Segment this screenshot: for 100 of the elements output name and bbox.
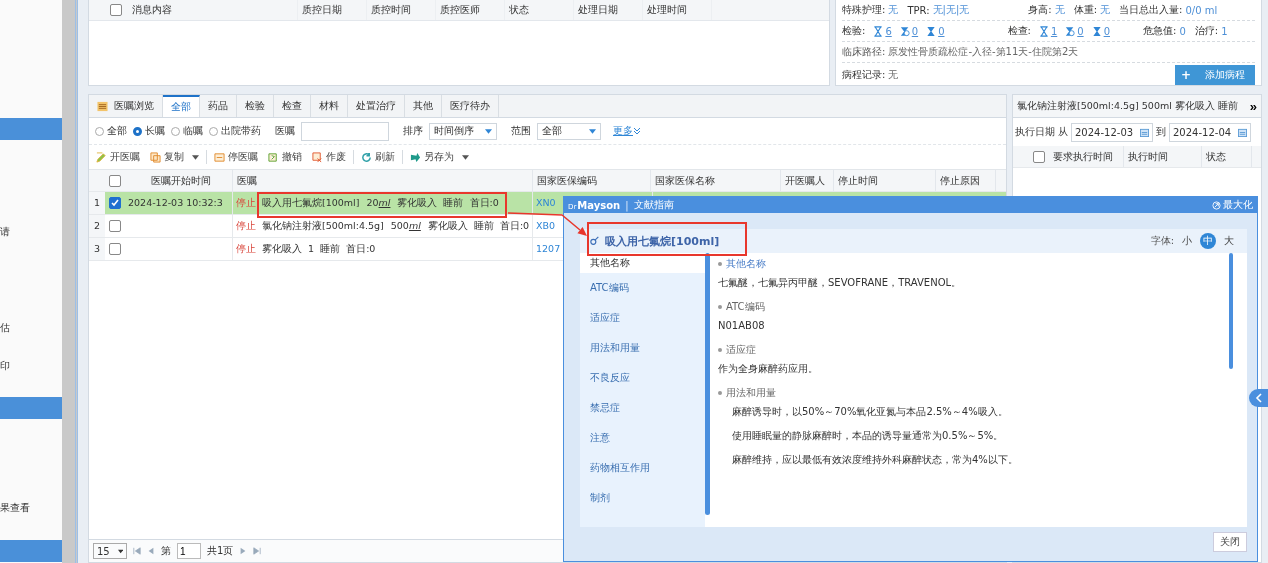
nav-item[interactable]: 其他名称 <box>580 253 705 273</box>
pencil-icon <box>96 151 107 163</box>
checkbox[interactable] <box>109 243 121 255</box>
scrollbar[interactable] <box>62 0 78 563</box>
previous-page-icon[interactable] <box>147 547 155 555</box>
toolbar-button[interactable]: 开医嘱 <box>93 150 143 164</box>
nav-item[interactable]: 用法和用量 <box>580 333 705 363</box>
search-field[interactable] <box>301 121 389 141</box>
field-label: 医嘱 <box>275 124 295 138</box>
column-header: 开医嘱人 <box>781 170 834 191</box>
checkbox[interactable] <box>109 220 121 232</box>
nav-item[interactable]: 禁忌症 <box>580 393 705 423</box>
font-size-option[interactable]: 大 <box>1221 233 1237 249</box>
nav-item[interactable]: 注意 <box>580 423 705 453</box>
hourglass-icon <box>1091 25 1102 37</box>
checkbox[interactable] <box>109 197 121 209</box>
checkbox[interactable] <box>1033 150 1045 163</box>
column-header: 国家医保名称 <box>651 170 781 191</box>
toolbar-button[interactable]: 复制 <box>147 150 202 164</box>
nav-item[interactable]: 不良反应 <box>580 363 705 393</box>
pill-icon <box>590 236 600 246</box>
nav-item[interactable]: 适应症 <box>580 303 705 333</box>
sidebar-item[interactable]: 估 <box>0 317 62 339</box>
field-label: 范围 <box>511 124 531 138</box>
hourglass-icon <box>1038 25 1049 37</box>
next-page-icon[interactable] <box>239 547 248 555</box>
radio-option[interactable]: 临嘱 <box>171 124 203 138</box>
table-cell: 吸入用七氟烷[100ml] 20ml 雾化吸入 睡前 首日:0 <box>262 197 499 208</box>
font-size-option[interactable]: 小 <box>1179 233 1195 249</box>
tab[interactable]: 医疗待办 <box>442 95 499 117</box>
column-header: 状态 <box>505 0 574 20</box>
column-header: 医嘱 <box>233 170 533 191</box>
column-header: 停止原因 <box>936 170 996 191</box>
toolbar-button[interactable]: 另存为 <box>407 150 472 164</box>
table-cell: 2024-12-03 10:32:3 <box>128 197 223 208</box>
sidebar-item[interactable]: 印 <box>0 355 62 377</box>
range-dropdown[interactable]: 全部 <box>537 122 601 140</box>
count-link[interactable]: 0 <box>1103 25 1110 37</box>
refresh-icon <box>361 151 372 163</box>
field-value: 无|无|无 <box>932 3 970 17</box>
close-button[interactable]: 关闭 <box>1213 532 1247 552</box>
nav-item[interactable]: ATC编码 <box>580 273 705 303</box>
field-label: 排序 <box>403 124 423 138</box>
count-link[interactable]: 0 <box>938 25 945 37</box>
radio-option[interactable]: 长嘱 <box>133 124 165 138</box>
sort-dropdown[interactable]: 时间倒序 <box>429 122 497 140</box>
expand-button[interactable]: » <box>1249 98 1257 114</box>
scrollbar[interactable] <box>705 253 710 515</box>
paragraph: 麻醉维持，应以最低有效浓度维持外科麻醉状态，常为4%以下。 <box>731 453 1019 467</box>
toolbar-button[interactable]: 作废 <box>309 150 349 164</box>
tab[interactable]: 处置治疗 <box>348 95 405 117</box>
dialog-title: 文献指南 <box>633 198 674 212</box>
radio-option[interactable]: 出院带药 <box>209 124 261 138</box>
tab[interactable]: 材料 <box>311 95 348 117</box>
toolbar-button[interactable]: 撤销 <box>265 150 305 164</box>
count-link[interactable]: 6 <box>885 25 892 37</box>
tab[interactable]: 药品 <box>200 95 237 117</box>
toolbar-button[interactable]: 刷新 <box>358 150 398 164</box>
field-label: 字体: <box>1150 234 1174 248</box>
count-link[interactable]: 0 <box>911 25 919 37</box>
last-page-icon[interactable] <box>253 547 262 555</box>
code-link[interactable]: XB0 <box>536 220 556 231</box>
field-label: TPR: <box>907 4 930 16</box>
field-label: 特殊护理: <box>842 3 886 17</box>
checkbox[interactable] <box>109 174 121 187</box>
tab[interactable]: 检查 <box>274 95 311 117</box>
field-value: 无 <box>1100 3 1111 17</box>
sidebar-item[interactable]: 果查看 <box>0 497 62 519</box>
tab[interactable]: 检验 <box>237 95 274 117</box>
paragraph: 七氟醚，七氟异丙甲醚，SEVOFRANE，TRAVENOL。 <box>718 276 963 290</box>
field-label: 治疗: <box>1194 24 1219 38</box>
field-value: 无 <box>888 3 899 17</box>
document-cross-icon <box>312 151 323 163</box>
page-size-dropdown[interactable]: 15 <box>93 543 127 559</box>
count-link[interactable]: 0 <box>1077 25 1084 37</box>
tab[interactable]: 全部 <box>163 95 200 117</box>
title-separator: | <box>625 199 629 211</box>
count-link[interactable]: 1 <box>1050 25 1058 37</box>
scrollbar[interactable] <box>1229 253 1233 369</box>
checkbox[interactable] <box>110 4 122 16</box>
nav-item[interactable]: 制剂 <box>580 483 705 513</box>
column-header: 消息内容 <box>128 0 298 20</box>
date-field[interactable]: 2024-12-04 <box>1169 122 1251 142</box>
code-link[interactable]: 1207 <box>536 243 561 254</box>
row-number: 3 <box>89 238 105 260</box>
caret-icon <box>589 128 596 134</box>
radio-option[interactable]: 全部 <box>95 124 127 138</box>
section-heading: 用法和用量 <box>718 386 1225 401</box>
nav-item[interactable]: 药物相互作用 <box>580 453 705 483</box>
tab[interactable]: 其他 <box>405 95 442 117</box>
page-total: 共1页 <box>207 544 234 558</box>
font-size-option[interactable]: 中 <box>1200 233 1216 249</box>
page-field[interactable]: 1 <box>177 543 201 559</box>
collapse-tab-button[interactable] <box>1249 389 1268 407</box>
date-field[interactable]: 2024-12-03 <box>1071 122 1153 142</box>
first-page-icon[interactable] <box>133 547 141 555</box>
field-value: 无 <box>1054 3 1065 17</box>
sidebar-item[interactable]: 请 <box>0 221 62 243</box>
toolbar-button[interactable]: 停医嘱 <box>211 150 261 164</box>
more-link[interactable]: 更多 <box>613 124 641 138</box>
